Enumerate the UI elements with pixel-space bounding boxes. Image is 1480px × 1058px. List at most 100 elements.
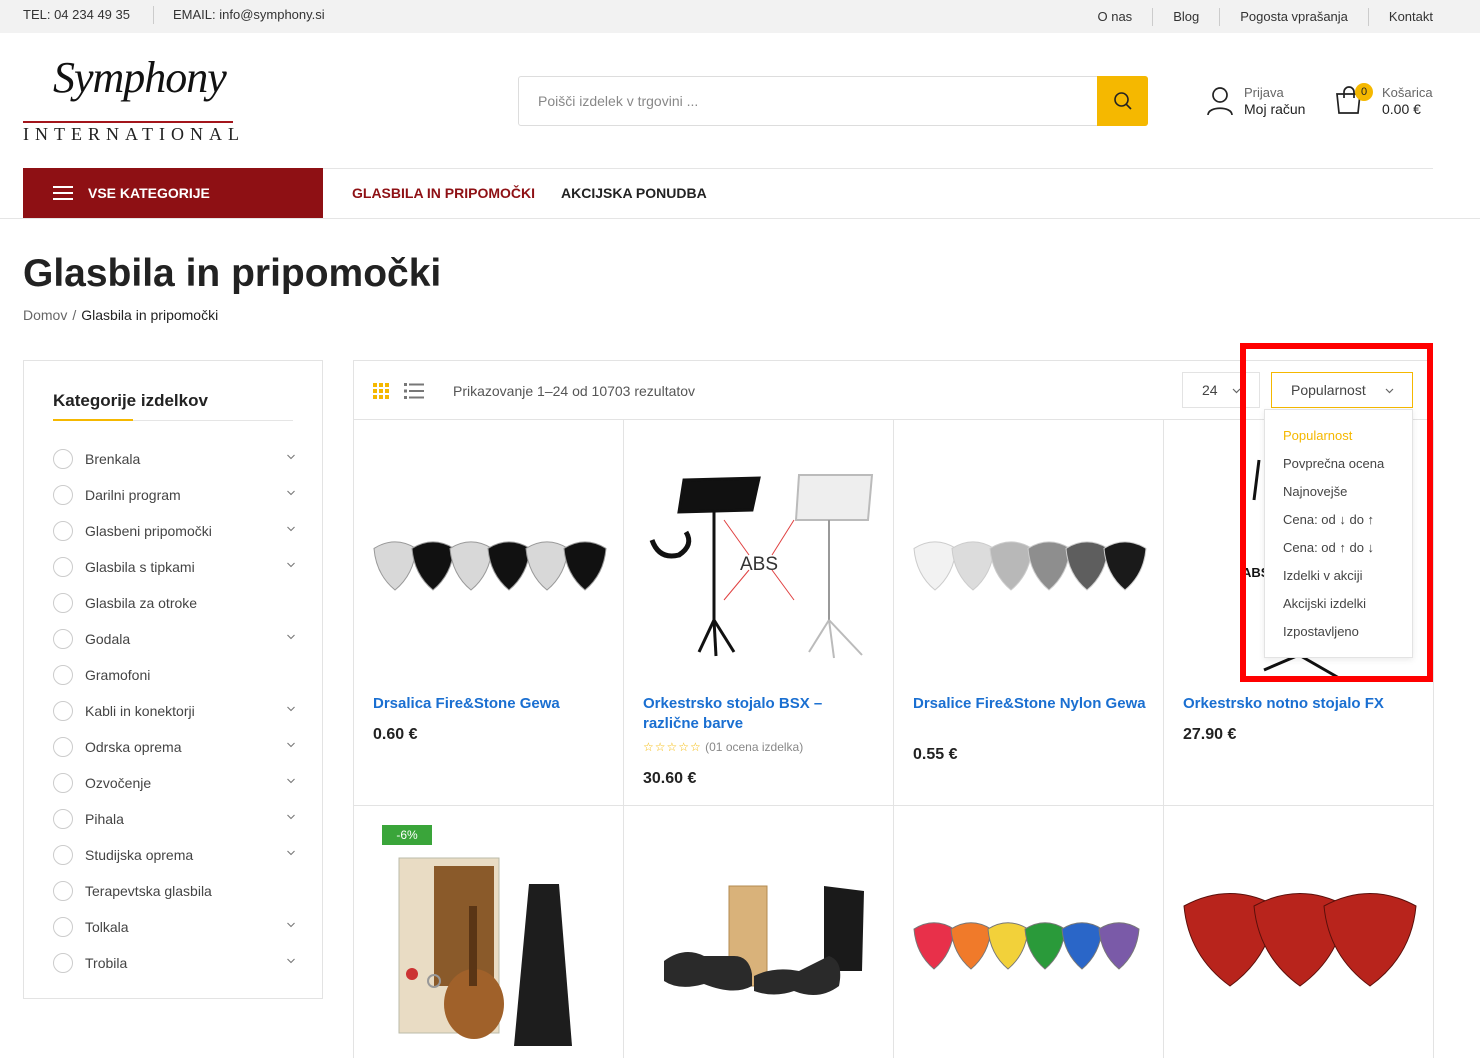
cart-link[interactable]: 0 Košarica 0.00 € <box>1334 83 1444 124</box>
product-image[interactable]: ABS <box>624 420 894 700</box>
star-rating-icons: ☆☆☆☆☆ <box>643 740 702 754</box>
radio-circle-icon[interactable] <box>53 521 73 541</box>
radio-circle-icon[interactable] <box>53 557 73 577</box>
orderby-option[interactable]: Izpostavljeno <box>1283 624 1359 639</box>
product-card[interactable] <box>624 806 894 1058</box>
per-page-select[interactable]: 24 <box>1182 372 1260 408</box>
radio-circle-icon[interactable] <box>53 665 73 685</box>
sidebar-category-item[interactable]: Odrska oprema <box>53 737 295 759</box>
product-title[interactable]: Orkestrsko notno stojalo FX <box>1183 694 1418 714</box>
category-label: Godala <box>85 631 131 647</box>
orderby-option[interactable]: Najnovejše <box>1283 484 1347 499</box>
search-input[interactable] <box>519 77 1099 125</box>
chevron-down-icon[interactable] <box>287 813 295 821</box>
product-card[interactable]: ABS Orkestrsko stojalo BSX – različne ba… <box>624 420 894 806</box>
site-logo[interactable]: Symphony INTERNATIONAL <box>23 52 239 146</box>
category-label: Odrska oprema <box>85 739 182 755</box>
chevron-down-icon[interactable] <box>287 957 295 965</box>
chevron-down-icon[interactable] <box>287 453 295 461</box>
product-image[interactable] <box>1164 806 1434 1058</box>
page-title: Glasbila in pripomočki <box>23 252 442 295</box>
radio-circle-icon[interactable] <box>53 449 73 469</box>
sidebar-category-item[interactable]: Gramofoni <box>53 665 295 687</box>
radio-circle-icon[interactable] <box>53 953 73 973</box>
top-links: O nas Blog Pogosta vprašanja Kontakt <box>1078 0 1433 33</box>
link-about[interactable]: O nas <box>1078 8 1153 26</box>
product-image[interactable] <box>354 420 624 700</box>
sale-badge: -6% <box>382 825 432 845</box>
link-blog[interactable]: Blog <box>1152 7 1219 26</box>
sidebar-category-item[interactable]: Terapevtska glasbila <box>53 881 295 903</box>
product-title[interactable]: Orkestrsko stojalo BSX – različne barve <box>643 694 878 734</box>
radio-circle-icon[interactable] <box>53 485 73 505</box>
product-image[interactable] <box>894 806 1164 1058</box>
chevron-down-icon[interactable] <box>287 633 295 641</box>
category-label: Glasbila za otroke <box>85 595 198 611</box>
orderby-option[interactable]: Popularnost <box>1283 428 1352 443</box>
product-rating: ☆☆☆☆☆ (01 ocena izdelka) <box>643 740 803 754</box>
grid-view-icon[interactable] <box>373 383 389 399</box>
link-faq[interactable]: Pogosta vprašanja <box>1219 7 1368 26</box>
chevron-down-icon[interactable] <box>287 489 295 497</box>
sidebar-category-item[interactable]: Darilni program <box>53 485 295 507</box>
all-categories-button[interactable]: VSE KATEGORIJE <box>23 168 323 218</box>
sidebar-category-item[interactable]: Tolkala <box>53 917 295 939</box>
search-icon <box>1113 92 1132 110</box>
account-link[interactable]: Prijava Moj račun <box>1206 84 1316 124</box>
orderby-option[interactable]: Izdelki v akciji <box>1283 568 1362 583</box>
orderby-option[interactable]: Akcijski izdelki <box>1283 596 1366 611</box>
product-card[interactable] <box>1164 806 1434 1058</box>
nav-sale[interactable]: AKCIJSKA PONUDBA <box>561 185 707 201</box>
orderby-option[interactable]: Povprečna ocena <box>1283 456 1384 471</box>
sidebar-category-item[interactable]: Glasbeni pripomočki <box>53 521 295 543</box>
radio-circle-icon[interactable] <box>53 917 73 937</box>
product-price: 0.55 € <box>913 746 958 763</box>
category-label: Glasbila s tipkami <box>85 559 195 575</box>
cart-total: 0.00 € <box>1382 101 1421 117</box>
sidebar-category-item[interactable]: Godala <box>53 629 295 651</box>
product-card[interactable] <box>894 806 1164 1058</box>
sidebar-category-item[interactable]: Ozvočenje <box>53 773 295 795</box>
category-label: Brenkala <box>85 451 141 467</box>
category-label: Trobila <box>85 955 128 971</box>
orderby-option[interactable]: Cena: od ↑ do ↓ <box>1283 540 1374 555</box>
sidebar-category-item[interactable]: Studijska oprema <box>53 845 295 867</box>
radio-circle-icon[interactable] <box>53 845 73 865</box>
chevron-down-icon[interactable] <box>287 921 295 929</box>
radio-circle-icon[interactable] <box>53 629 73 649</box>
chevron-down-icon[interactable] <box>287 777 295 785</box>
chevron-down-icon[interactable] <box>287 525 295 533</box>
divider <box>153 6 154 24</box>
breadcrumb-home[interactable]: Domov <box>23 307 67 323</box>
product-image[interactable] <box>624 806 894 1058</box>
product-card[interactable]: Drsalice Fire&Stone Nylon Gewa 0.55 € <box>894 420 1164 806</box>
chevron-down-icon[interactable] <box>287 561 295 569</box>
search-button[interactable] <box>1097 76 1148 126</box>
sidebar-category-item[interactable]: Kabli in konektorji <box>53 701 295 723</box>
sidebar-category-item[interactable]: Trobila <box>53 953 295 975</box>
radio-circle-icon[interactable] <box>53 737 73 757</box>
sidebar-category-item[interactable]: Brenkala <box>53 449 295 471</box>
nav-instruments[interactable]: GLASBILA IN PRIPOMOČKI <box>352 185 535 201</box>
chevron-down-icon[interactable] <box>287 849 295 857</box>
sidebar-category-item[interactable]: Glasbila za otroke <box>53 593 295 615</box>
chevron-down-icon[interactable] <box>287 705 295 713</box>
list-view-icon[interactable] <box>404 383 424 399</box>
sidebar-category-item[interactable]: Pihala <box>53 809 295 831</box>
sidebar-category-item[interactable]: Glasbila s tipkami <box>53 557 295 579</box>
radio-circle-icon[interactable] <box>53 701 73 721</box>
sidebar-title-accent <box>53 419 133 421</box>
link-contact[interactable]: Kontakt <box>1367 7 1433 26</box>
radio-circle-icon[interactable] <box>53 593 73 613</box>
radio-circle-icon[interactable] <box>53 773 73 793</box>
orderby-select[interactable]: Popularnost <box>1271 372 1413 408</box>
radio-circle-icon[interactable] <box>53 881 73 901</box>
radio-circle-icon[interactable] <box>53 809 73 829</box>
orderby-option[interactable]: Cena: od ↓ do ↑ <box>1283 512 1374 527</box>
product-image[interactable] <box>894 420 1164 700</box>
product-title[interactable]: Drsalica Fire&Stone Gewa <box>373 694 608 714</box>
product-price: 0.60 € <box>373 726 418 743</box>
product-title[interactable]: Drsalice Fire&Stone Nylon Gewa <box>913 694 1148 714</box>
chevron-down-icon[interactable] <box>287 741 295 749</box>
product-card[interactable]: Drsalica Fire&Stone Gewa 0.60 € <box>354 420 624 806</box>
